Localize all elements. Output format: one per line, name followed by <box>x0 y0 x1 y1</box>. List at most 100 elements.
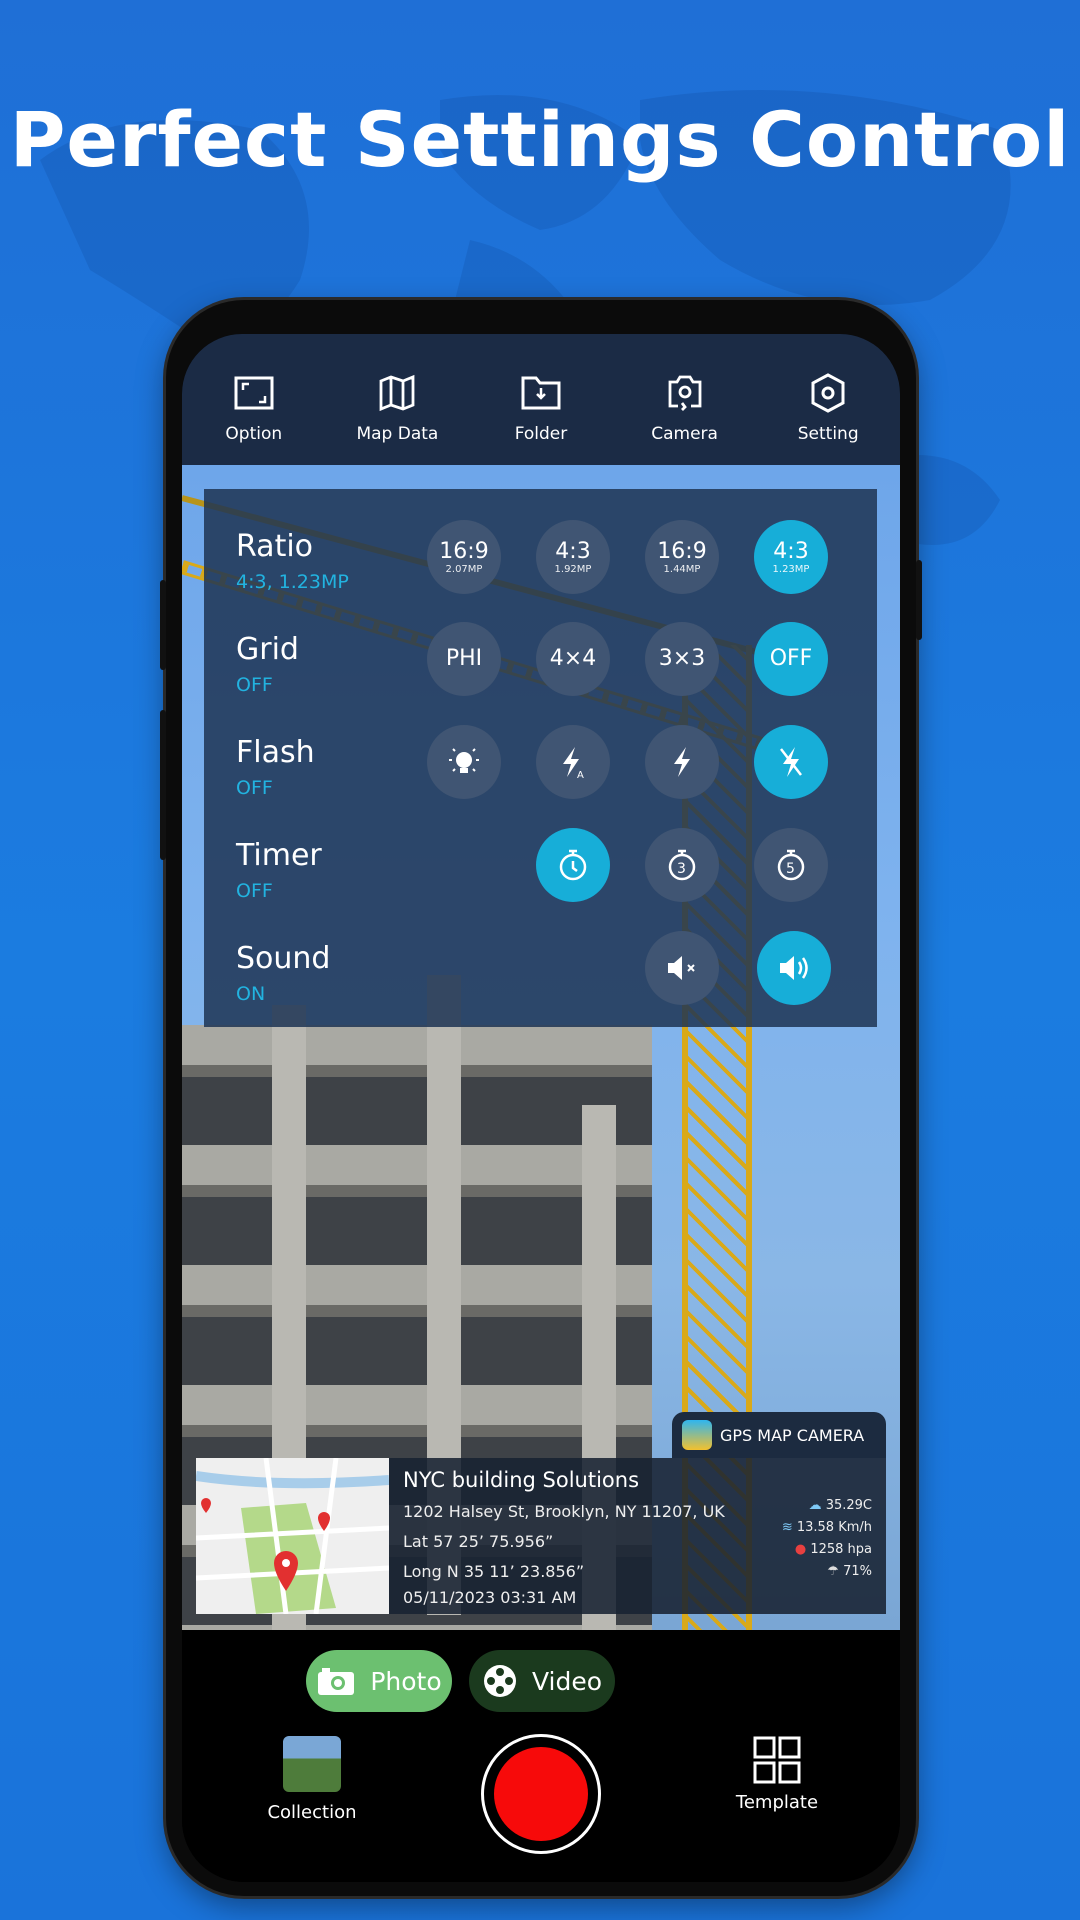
brand-name: GPS MAP CAMERA <box>720 1425 865 1445</box>
gps-brand-tab: GPS MAP CAMERA <box>672 1412 886 1458</box>
map-icon <box>379 374 415 412</box>
map-thumbnail[interactable] <box>196 1458 389 1614</box>
collection-thumbnail <box>283 1736 341 1792</box>
pressure-drop-icon: ● <box>794 1542 811 1557</box>
mp-text: 1.92MP <box>554 563 592 575</box>
grid-text: OFF <box>769 646 813 671</box>
timer-5-icon: 5 <box>777 849 805 881</box>
option-frame-icon <box>234 376 274 410</box>
sound-option-on[interactable] <box>757 931 831 1005</box>
folder-download-icon <box>521 376 561 410</box>
temperature: 35.29C <box>825 1498 872 1513</box>
phone-side-button <box>916 560 922 640</box>
collection-button[interactable]: Collection <box>252 1736 372 1823</box>
grid-text: 4×4 <box>549 646 597 671</box>
phone-side-button <box>160 580 166 670</box>
setting-label: Sound <box>236 941 331 976</box>
flash-row: Flash OFF A <box>204 725 877 825</box>
timer-3-icon: 3 <box>668 849 696 881</box>
camera-icon <box>318 1668 355 1695</box>
toolbar-label: Camera <box>651 424 718 444</box>
ratio-option-4-3-1.23mp[interactable]: 4:3 1.23MP <box>754 520 828 594</box>
timer-option-off[interactable] <box>536 828 610 902</box>
ratio-text: 4:3 <box>555 538 591 564</box>
stopwatch-icon <box>559 849 587 881</box>
latitude: Lat 57 25’ 75.956” <box>403 1532 554 1551</box>
ratio-row: Ratio 4:3, 1.23MP 16:9 2.07MP 4:3 1.92MP 1… <box>204 519 877 619</box>
location-stamp: NYC building Solutions 1202 Halsey St, B… <box>389 1458 886 1614</box>
grid-option-off[interactable]: OFF <box>754 622 828 696</box>
toolbar-label: Folder <box>514 424 568 444</box>
map-image <box>196 1458 389 1614</box>
settings-panel: Ratio 4:3, 1.23MP 16:9 2.07MP 4:3 1.92MP 1… <box>204 489 877 1027</box>
grid-row: Grid OFF PHI 4×4 3×3 OFF <box>204 622 877 722</box>
film-reel-icon <box>483 1665 516 1697</box>
toolbar-folder[interactable]: Folder <box>469 372 613 465</box>
headline: Perfect Settings Control <box>9 95 1071 184</box>
setting-value: OFF <box>236 880 273 902</box>
collection-label: Collection <box>267 1802 357 1823</box>
ratio-text: 16:9 <box>439 538 489 564</box>
rain-cloud-icon: ☂ <box>827 1564 844 1579</box>
toolbar-label: Map Data <box>356 424 439 444</box>
grid-option-phi[interactable]: PHI <box>427 622 501 696</box>
ratio-option-16-9-2mp[interactable]: 16:9 2.07MP <box>427 520 501 594</box>
mp-text: 1.44MP <box>663 563 701 575</box>
grid-text: 3×3 <box>658 646 706 671</box>
wind-icon: ≋ <box>781 1520 797 1535</box>
svg-text:A: A <box>577 770 584 780</box>
toolbar-option[interactable]: Option <box>182 372 326 465</box>
mp-text: 1.23MP <box>772 563 810 575</box>
hexagon-gear-icon <box>811 373 845 413</box>
flash-option-off[interactable] <box>754 725 828 799</box>
ratio-option-4-3-1.92mp[interactable]: 4:3 1.92MP <box>536 520 610 594</box>
datetime: 05/11/2023 03:31 AM <box>403 1588 577 1607</box>
phone-screen: Option Map Data Folder Camera Setting Ra… <box>182 334 900 1882</box>
video-label: Video <box>531 1666 603 1696</box>
grid-template-icon <box>753 1736 801 1784</box>
speaker-mute-icon <box>668 956 695 980</box>
toolbar-map-data[interactable]: Map Data <box>326 372 470 465</box>
pressure: 1258 hpa <box>810 1542 872 1557</box>
template-button[interactable]: Template <box>717 1736 837 1813</box>
flash-option-on[interactable] <box>645 725 719 799</box>
camera-switch-icon <box>668 375 701 411</box>
humidity: 71% <box>843 1564 872 1579</box>
location-name: NYC building Solutions <box>403 1468 640 1492</box>
video-mode-button[interactable]: Video <box>469 1650 615 1712</box>
grid-option-4x4[interactable]: 4×4 <box>536 622 610 696</box>
sound-row: Sound ON <box>204 931 877 1031</box>
setting-value: ON <box>236 983 266 1005</box>
cloud-sun-icon: ☁ <box>808 1498 826 1513</box>
svg-text:3: 3 <box>677 861 686 877</box>
shutter-button[interactable] <box>481 1734 601 1854</box>
flash-on-icon <box>674 747 690 777</box>
setting-value: OFF <box>236 777 273 799</box>
camera-viewfinder[interactable]: Ratio 4:3, 1.23MP 16:9 2.07MP 4:3 1.92MP 1… <box>182 465 900 1630</box>
lightbulb-icon <box>449 748 479 773</box>
speaker-on-icon <box>780 956 808 980</box>
flash-option-auto[interactable]: A <box>536 725 610 799</box>
sound-option-mute[interactable] <box>645 931 719 1005</box>
template-label: Template <box>735 1792 819 1813</box>
flash-option-torch[interactable] <box>427 725 501 799</box>
toolbar-camera[interactable]: Camera <box>613 372 757 465</box>
ratio-option-16-9-1.44mp[interactable]: 16:9 1.44MP <box>645 520 719 594</box>
top-toolbar: Option Map Data Folder Camera Setting <box>182 334 900 465</box>
longitude: Long N 35 11’ 23.856” <box>403 1562 585 1581</box>
flash-off-icon <box>780 747 802 777</box>
timer-row: Timer OFF 3 5 <box>204 828 877 928</box>
timer-option-5s[interactable]: 5 <box>754 828 828 902</box>
setting-value: OFF <box>236 674 273 696</box>
flash-auto-icon: A <box>563 747 584 780</box>
photo-mode-button[interactable]: Photo <box>306 1650 452 1712</box>
bottom-controls: Photo Video Collection Template <box>182 1630 900 1882</box>
setting-label: Timer <box>236 838 322 873</box>
grid-option-3x3[interactable]: 3×3 <box>645 622 719 696</box>
timer-option-3s[interactable]: 3 <box>645 828 719 902</box>
photo-label: Photo <box>370 1666 442 1696</box>
phone-side-button <box>160 710 166 860</box>
gps-map-camera-logo <box>682 1420 712 1450</box>
toolbar-setting[interactable]: Setting <box>756 372 900 465</box>
wind-speed: 13.58 Km/h <box>796 1520 872 1535</box>
